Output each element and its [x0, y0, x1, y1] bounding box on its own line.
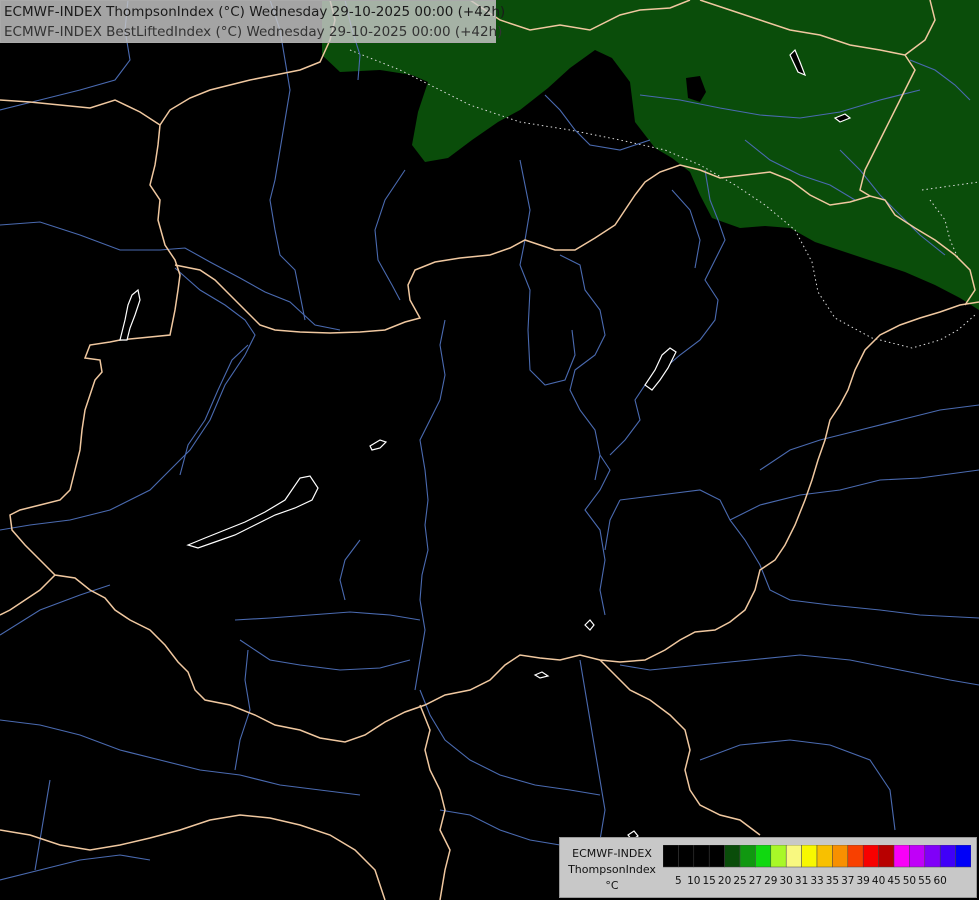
legend-swatch	[755, 845, 772, 868]
legend-swatch	[816, 845, 833, 868]
legend-tick-label: 60	[933, 875, 947, 887]
legend-variable: ThompsonIndex	[568, 863, 656, 876]
legend-swatch	[924, 845, 941, 868]
legend-swatch	[708, 845, 725, 868]
map-title-primary: ECMWF-INDEX ThompsonIndex (°C) Wednesday…	[4, 4, 506, 20]
legend-swatch	[663, 845, 679, 868]
legend-swatch	[878, 845, 895, 868]
legend-swatch	[678, 845, 695, 868]
legend-swatch	[785, 845, 802, 868]
weather-map	[0, 0, 979, 900]
legend-swatch	[847, 845, 864, 868]
map-title-box: ECMWF-INDEX ThompsonIndex (°C) Wednesday…	[0, 0, 505, 43]
legend-swatch	[939, 845, 956, 868]
legend-swatch	[739, 845, 756, 868]
map-title-secondary: ECMWF-INDEX BestLiftedIndex (°C) Wednesd…	[4, 24, 503, 40]
legend-unit: °C	[605, 879, 619, 892]
legend-swatch	[893, 845, 910, 868]
legend-swatch	[693, 845, 710, 868]
legend-swatch	[724, 845, 741, 868]
legend-swatch	[832, 845, 849, 868]
legend-color-bar	[663, 845, 971, 868]
legend-swatch	[909, 845, 926, 868]
legend-swatch	[955, 845, 971, 868]
color-scale-legend: ECMWF-INDEX ThompsonIndex °C 5 10 15 20 25 27…	[559, 837, 977, 898]
legend-model: ECMWF-INDEX	[572, 847, 652, 860]
legend-swatch	[770, 845, 787, 868]
legend-swatch	[801, 845, 818, 868]
legend-swatch	[862, 845, 879, 868]
